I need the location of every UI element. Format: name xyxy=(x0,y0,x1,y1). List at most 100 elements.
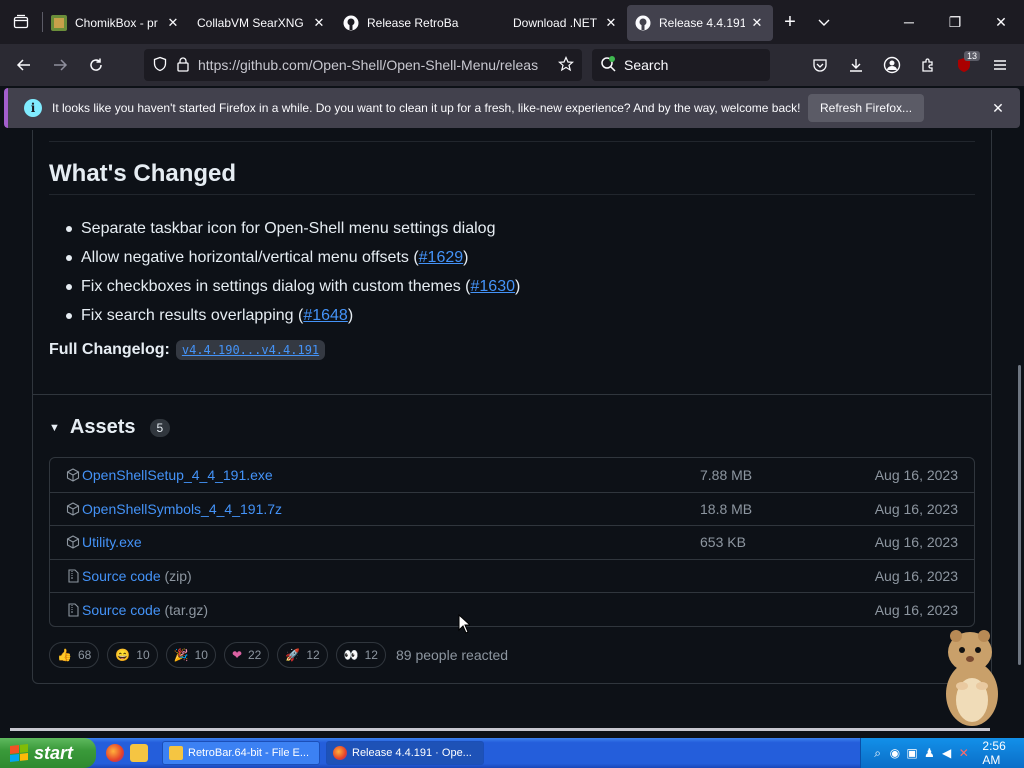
close-tab-icon[interactable]: ✕ xyxy=(749,15,765,31)
thumbs-up-icon: 👍 xyxy=(57,648,72,662)
pr-link[interactable]: #1648 xyxy=(303,307,348,325)
list-item: Fix search results overlapping (#1648) xyxy=(66,301,520,330)
task-title: Release 4.4.191 · Ope... xyxy=(352,747,472,759)
change-text: Separate taskbar icon for Open-Shell men… xyxy=(81,219,496,237)
asset-link[interactable]: OpenShellSetup_4_4_191.exe xyxy=(82,467,273,483)
new-tab-button[interactable]: + xyxy=(773,0,807,44)
assets-toggle[interactable]: ▼ Assets 5 xyxy=(49,416,171,439)
tab-release-4-4-191[interactable]: Release 4.4.191 ✕ xyxy=(627,5,773,41)
taskbar-task-explorer[interactable]: RetroBar.64-bit - File E... xyxy=(162,741,320,765)
tab-download-dotnet[interactable]: Download .NET ✕ xyxy=(481,5,627,41)
pr-link[interactable]: #1629 xyxy=(419,249,464,267)
lock-icon[interactable] xyxy=(176,56,190,75)
tab-chomikbox[interactable]: ChomikBox - pr ✕ xyxy=(43,5,189,41)
url-text[interactable]: https://github.com/Open-Shell/Open-Shell… xyxy=(198,57,550,73)
downloads-button[interactable] xyxy=(840,49,872,81)
reload-button[interactable] xyxy=(78,49,114,81)
alert-tray-icon[interactable]: ✕ xyxy=(957,746,970,760)
source-zip-link[interactable]: Source code (zip) xyxy=(82,568,192,584)
bookmark-star-icon[interactable] xyxy=(557,55,575,75)
tab-release-retrobar[interactable]: Release RetroBa xyxy=(335,5,481,41)
asset-row: Source code (tar.gz) Aug 16, 2023 xyxy=(50,592,974,626)
close-tab-icon[interactable]: ✕ xyxy=(603,15,619,31)
reactions-bar: 👍 68 😄 10 🎉 10 ❤ 22 🚀 12 👀 12 89 people reacte… xyxy=(49,642,508,668)
reaction-hooray[interactable]: 🎉 10 xyxy=(165,642,216,668)
search-placeholder: Search xyxy=(624,57,669,73)
change-tail: ) xyxy=(347,306,354,324)
firefox-view-button[interactable] xyxy=(0,0,42,44)
asset-link[interactable]: Utility.exe xyxy=(82,534,142,550)
assets-count-badge: 5 xyxy=(149,418,171,437)
assets-heading: Assets xyxy=(69,416,136,438)
tab-title: ChomikBox - pr xyxy=(75,16,158,30)
taskbar-task-firefox[interactable]: Release 4.4.191 · Ope... xyxy=(326,741,484,765)
pocket-button[interactable] xyxy=(804,49,836,81)
reaction-laugh[interactable]: 😄 10 xyxy=(107,642,158,668)
refresh-firefox-button[interactable]: Refresh Firefox... xyxy=(808,94,925,122)
close-tab-icon[interactable]: ✕ xyxy=(165,15,181,31)
asset-name: Source code xyxy=(82,601,161,618)
restore-button[interactable]: ❐ xyxy=(932,0,978,44)
reaction-eyes[interactable]: 👀 12 xyxy=(335,642,386,668)
laugh-icon: 😄 xyxy=(115,648,131,662)
forward-button[interactable] xyxy=(42,49,78,81)
firefox-quicklaunch-icon[interactable] xyxy=(106,744,124,762)
account-button[interactable] xyxy=(876,49,908,81)
network-tray-icon[interactable]: ◉ xyxy=(888,746,901,760)
reaction-heart[interactable]: ❤ 22 xyxy=(223,642,270,668)
pr-link[interactable]: #1630 xyxy=(471,278,516,296)
asset-row: Utility.exe 653 KB Aug 16, 2023 xyxy=(50,525,974,559)
close-window-button[interactable]: ✕ xyxy=(978,0,1024,44)
extension-badge: 13 xyxy=(963,51,980,61)
rocket-icon: 🚀 xyxy=(285,648,301,662)
asset-date: Aug 16, 2023 xyxy=(874,466,958,483)
tracking-protection-icon[interactable] xyxy=(152,56,168,75)
source-targz-link[interactable]: Source code (tar.gz) xyxy=(82,602,208,618)
user-tray-icon[interactable]: ♟ xyxy=(923,746,936,760)
asset-size: 7.88 MB xyxy=(700,466,753,483)
address-bar[interactable]: https://github.com/Open-Shell/Open-Shell… xyxy=(144,49,582,81)
full-changelog-link[interactable]: v4.4.190...v4.4.191 xyxy=(175,340,326,360)
ublock-extension-button[interactable]: 13 xyxy=(948,49,980,81)
clock[interactable]: 2:56 AM xyxy=(982,739,1024,767)
reaction-rocket[interactable]: 🚀 12 xyxy=(277,642,328,668)
menu-button[interactable] xyxy=(984,49,1016,81)
close-notification-icon[interactable]: ✕ xyxy=(988,98,1008,118)
list-all-tabs-button[interactable] xyxy=(807,0,841,44)
search-tray-icon[interactable]: ⌕ xyxy=(871,746,884,760)
download-icon xyxy=(850,59,862,72)
volume-muted-icon[interactable]: ◀ xyxy=(940,746,953,760)
asset-date: Aug 16, 2023 xyxy=(874,601,958,618)
section-divider xyxy=(33,394,991,395)
forward-arrow-icon xyxy=(54,59,68,71)
github-icon xyxy=(343,15,359,31)
change-tail: ) xyxy=(463,248,469,266)
hamster-tray-icon[interactable]: ▣ xyxy=(905,746,918,760)
reaction-count: 12 xyxy=(364,648,378,662)
hamster-mascot-image xyxy=(946,630,998,726)
reaction-thumbs-up[interactable]: 👍 68 xyxy=(49,642,100,668)
close-tab-icon[interactable]: ✕ xyxy=(311,15,327,31)
refresh-firefox-notification: i It looks like you haven't started Fire… xyxy=(4,88,1020,128)
horizontal-scrollbar[interactable] xyxy=(10,728,990,731)
scrollbar-thumb[interactable] xyxy=(1018,365,1021,665)
reaction-count: 10 xyxy=(136,648,150,662)
vertical-scrollbar[interactable] xyxy=(1016,130,1024,730)
start-label: start xyxy=(34,742,74,763)
start-button[interactable]: start xyxy=(0,738,96,768)
search-engine-icon[interactable] xyxy=(600,55,618,75)
divider xyxy=(49,141,975,142)
search-bar[interactable]: Search xyxy=(592,49,770,81)
notification-message: It looks like you haven't started Firefo… xyxy=(52,101,801,115)
page-content: What's Changed Separate taskbar icon for… xyxy=(0,130,1016,730)
tab-searxng[interactable]: CollabVM SearXNG ✕ xyxy=(189,5,335,41)
plus-icon: + xyxy=(784,10,796,33)
close-icon: ✕ xyxy=(995,13,1007,30)
folder-quicklaunch-icon[interactable] xyxy=(130,744,148,762)
extensions-button[interactable] xyxy=(912,49,944,81)
minimize-button[interactable]: ─ xyxy=(886,0,932,44)
task-title: RetroBar.64-bit - File E... xyxy=(188,747,310,759)
asset-row: OpenShellSetup_4_4_191.exe 7.88 MB Aug 1… xyxy=(50,458,974,492)
asset-link[interactable]: OpenShellSymbols_4_4_191.7z xyxy=(82,501,282,517)
back-button[interactable] xyxy=(6,49,42,81)
